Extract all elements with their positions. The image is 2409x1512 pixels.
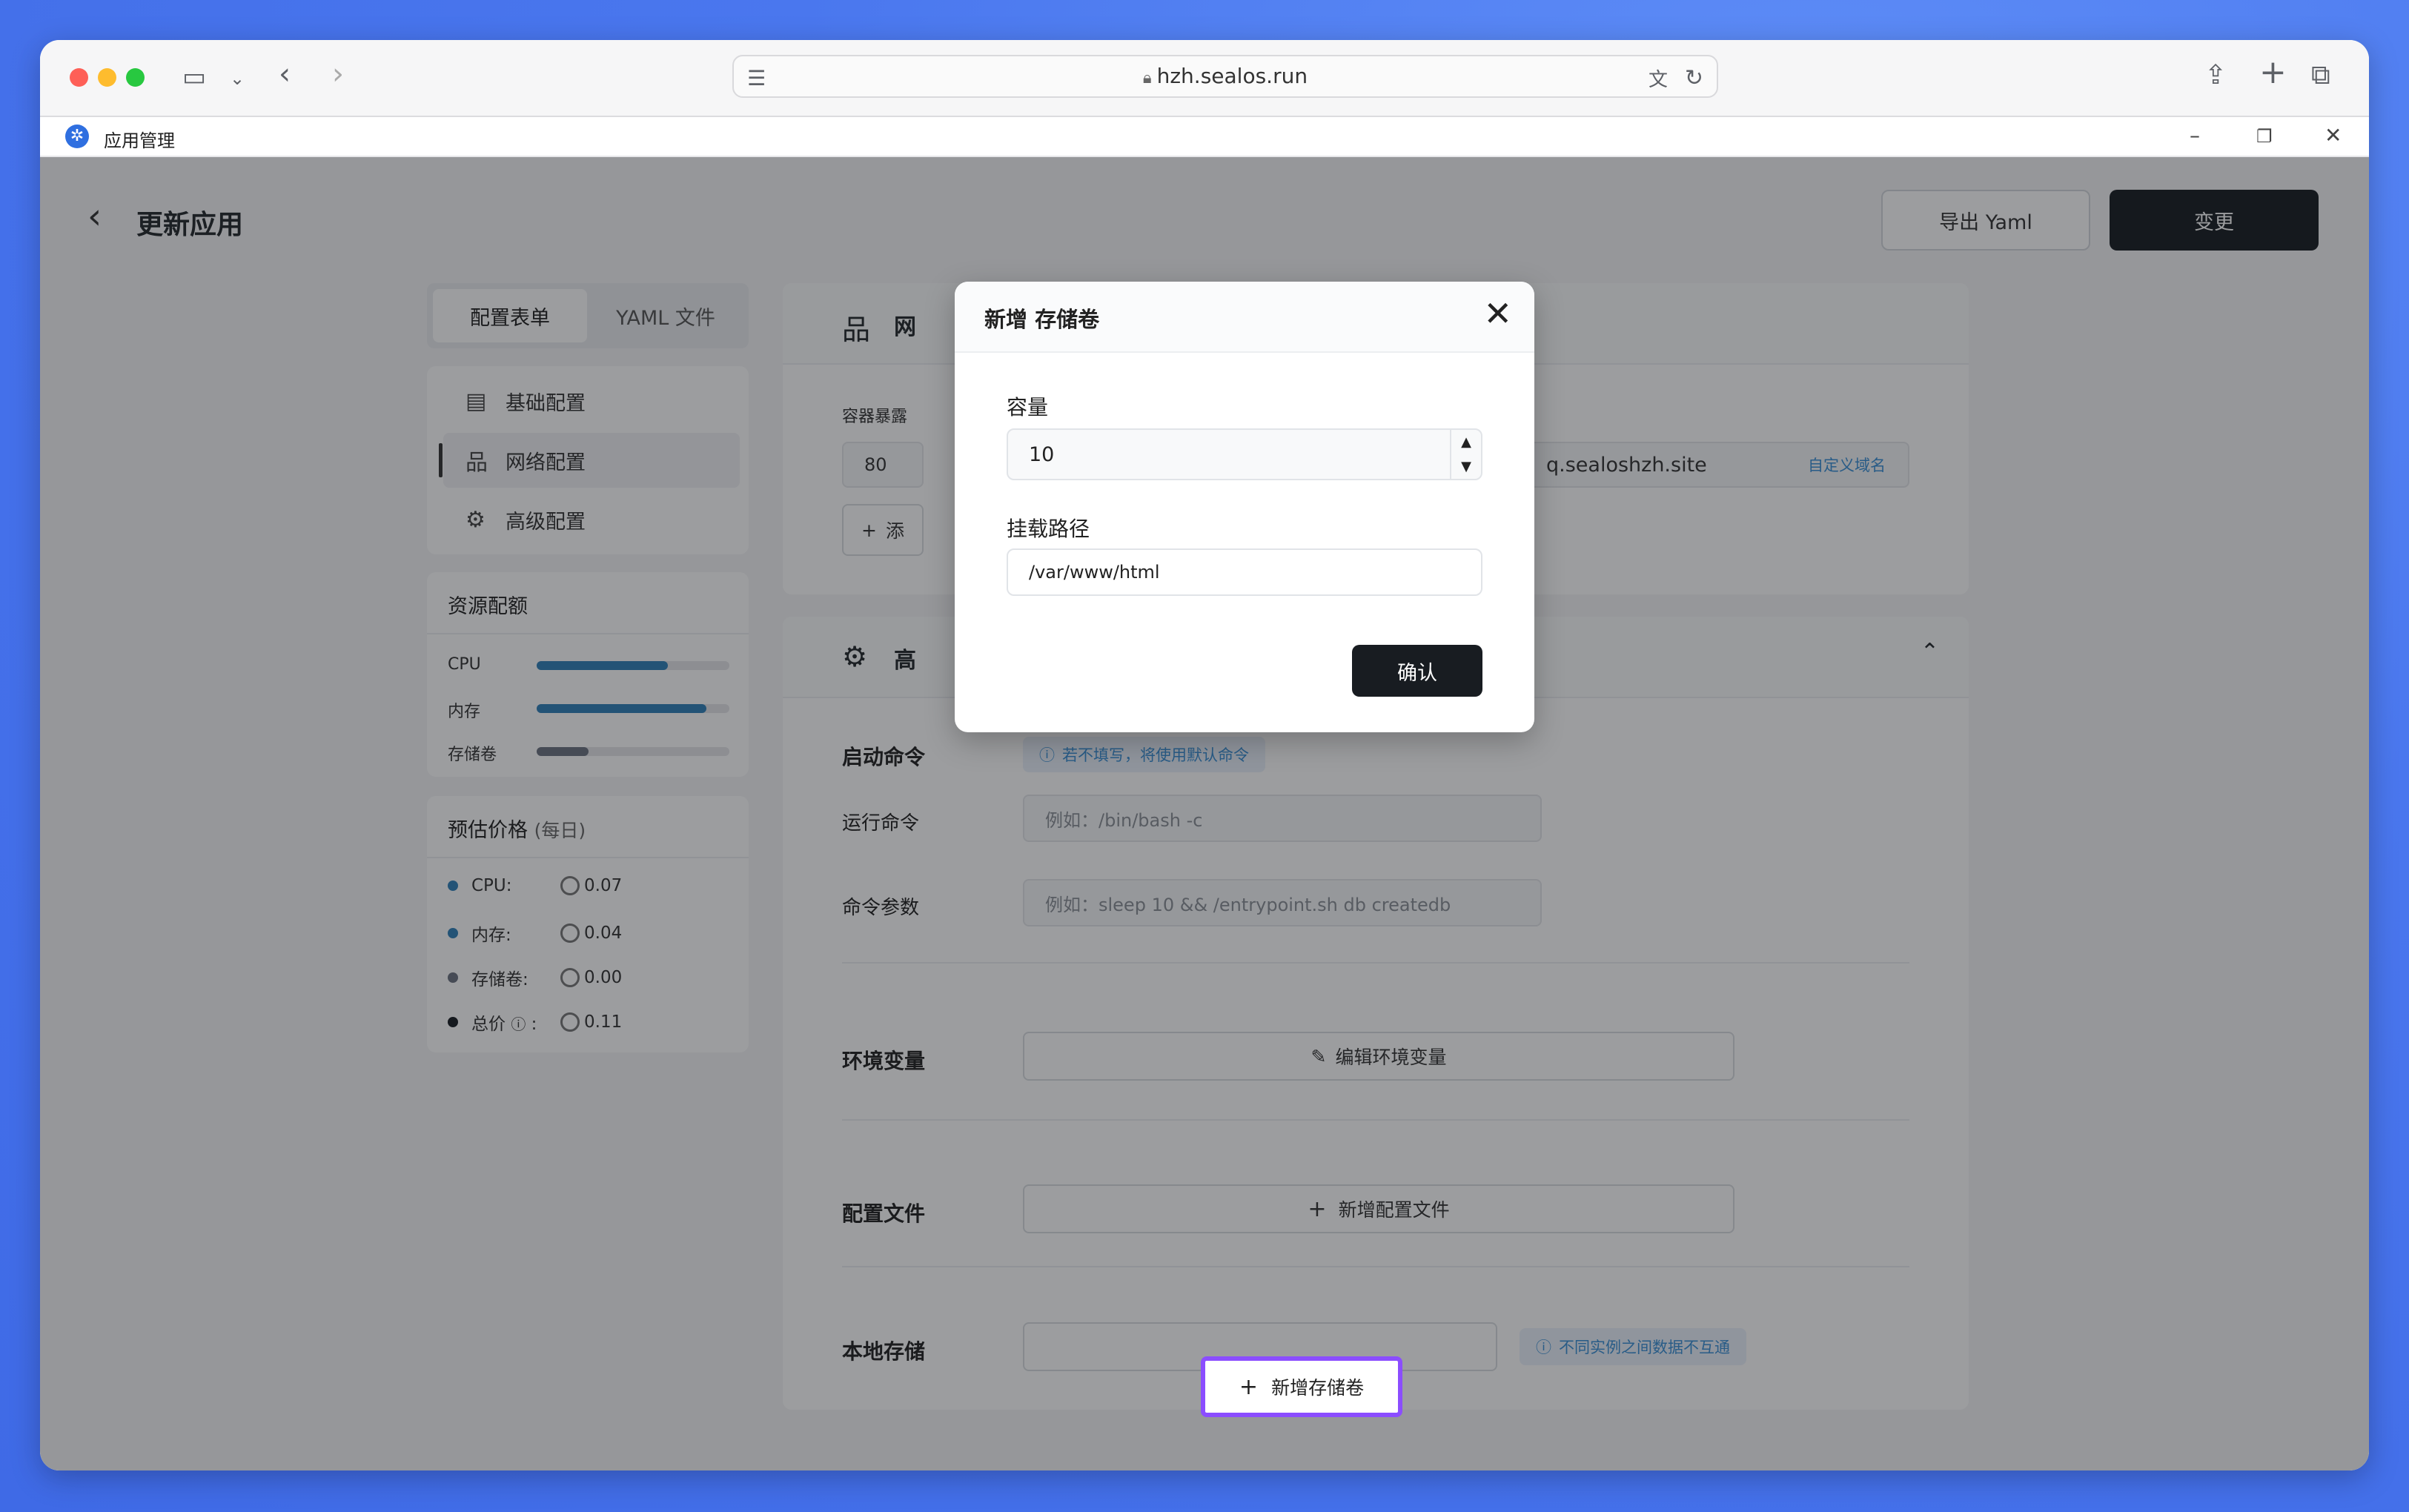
- modal-header: 新增 存储卷 ✕: [955, 282, 1534, 353]
- app-titlebar: ✲ 应用管理 – ❐ ✕: [40, 117, 2369, 157]
- zoom-window-button[interactable]: [126, 68, 145, 87]
- browser-toolbar: ▭ ⌄ ‹ › ☰ 🔒︎ hzh.sealos.run 文 ↻ ⇪ + ⧉: [40, 40, 2369, 117]
- mount-path-label: 挂载路径: [1007, 517, 1090, 541]
- chevron-down-icon[interactable]: ⌄: [230, 64, 245, 93]
- url-text: hzh.sealos.run: [1156, 64, 1308, 88]
- minimize-window-button[interactable]: [98, 68, 116, 87]
- close-window-button[interactable]: [70, 68, 88, 87]
- address-bar[interactable]: ☰ 🔒︎ hzh.sealos.run 文 ↻: [732, 55, 1718, 98]
- reload-icon[interactable]: ↻: [1685, 64, 1703, 93]
- capacity-value: 10: [1029, 442, 1055, 466]
- decrement-icon[interactable]: ▼: [1461, 459, 1471, 474]
- browser-window: ▭ ⌄ ‹ › ☰ 🔒︎ hzh.sealos.run 文 ↻ ⇪ + ⧉ ✲ …: [40, 40, 2369, 1470]
- increment-icon[interactable]: ▲: [1461, 434, 1471, 450]
- capacity-input[interactable]: 10 ▲ ▼: [1007, 428, 1482, 480]
- add-volume-modal: 新增 存储卷 ✕ 容量 10 ▲ ▼ 挂载路径 /var/www/html 确认: [955, 282, 1534, 732]
- mount-path-input[interactable]: /var/www/html: [1007, 548, 1482, 596]
- close-icon[interactable]: ✕: [2324, 123, 2342, 147]
- forward-nav-icon[interactable]: ›: [332, 59, 344, 89]
- modal-title: 新增 存储卷: [984, 307, 1100, 332]
- new-tab-icon[interactable]: +: [2259, 56, 2287, 89]
- translate-icon[interactable]: 文: [1648, 65, 1668, 95]
- restore-icon[interactable]: ❐: [2256, 126, 2273, 147]
- quantity-stepper[interactable]: ▲ ▼: [1450, 430, 1481, 479]
- share-icon[interactable]: ⇪: [2204, 61, 2227, 90]
- lock-icon: 🔒︎: [1142, 69, 1157, 87]
- tab-overview-icon[interactable]: ⧉: [2311, 61, 2330, 90]
- capacity-label: 容量: [1007, 395, 1049, 420]
- app-logo-icon: ✲: [65, 125, 89, 148]
- add-storage-button[interactable]: + 新增存储卷: [1201, 1356, 1402, 1417]
- minimize-icon[interactable]: –: [2190, 123, 2200, 147]
- close-icon[interactable]: ✕: [1483, 295, 1512, 332]
- back-nav-icon[interactable]: ‹: [279, 59, 291, 89]
- sidebar-toggle-icon[interactable]: ▭: [182, 62, 206, 92]
- app-title: 应用管理: [104, 130, 175, 151]
- confirm-button[interactable]: 确认: [1352, 645, 1482, 697]
